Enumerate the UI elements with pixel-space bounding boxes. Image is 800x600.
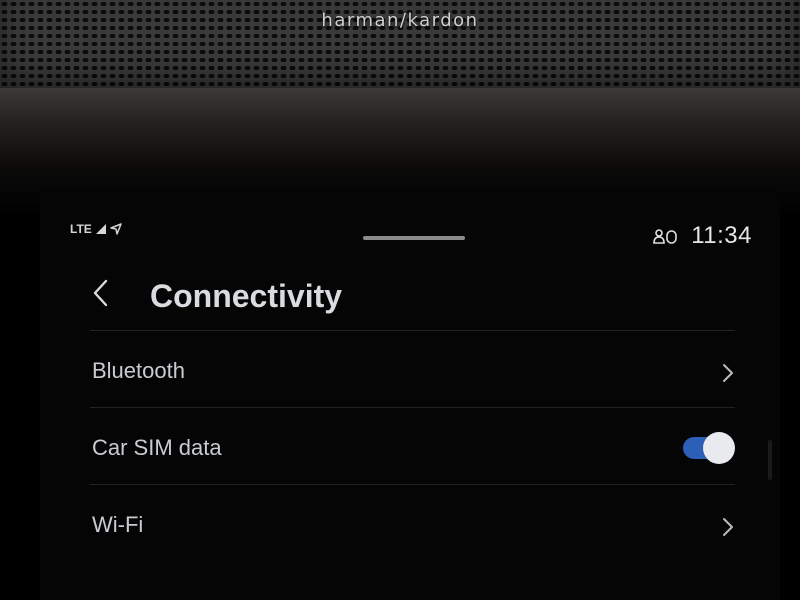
setting-row-wifi[interactable]: Wi-Fi [90,485,735,561]
brand-logo: harman/kardon [321,10,479,31]
setting-row-bluetooth[interactable]: Bluetooth [90,331,735,407]
status-left: LTE [70,222,122,236]
signal-icon [95,224,106,234]
infotainment-screen: LTE 11:34 Connectivity Bluetooth Car SIM… [40,190,780,600]
settings-list: Bluetooth Car SIM data Wi-Fi [90,330,735,561]
status-bar: LTE 11:34 [40,190,780,250]
car-dashboard: harman/kardon LTE 11:34 Connectivity Blu… [0,0,800,600]
toggle-knob [703,432,735,464]
speaker-grille: harman/kardon [0,0,800,100]
setting-label: Car SIM data [92,435,222,460]
screen-edge-handle [768,440,772,480]
setting-label: Bluetooth [92,358,185,383]
clock: 11:34 [691,222,752,249]
page-title: Connectivity [150,278,343,314]
status-right: 11:34 [653,222,752,250]
driver-profile-icon[interactable] [653,227,678,245]
drag-handle[interactable] [363,236,465,240]
navigation-arrow-icon [110,223,122,235]
car-sim-data-toggle[interactable] [683,431,735,464]
setting-row-car-sim-data: Car SIM data [90,408,735,484]
setting-label: Wi-Fi [92,512,144,537]
chevron-left-icon[interactable] [90,278,112,308]
page-header: Connectivity [40,270,780,325]
network-type: LTE [70,222,92,236]
chevron-right-icon [723,364,733,382]
chevron-right-icon [723,518,733,536]
